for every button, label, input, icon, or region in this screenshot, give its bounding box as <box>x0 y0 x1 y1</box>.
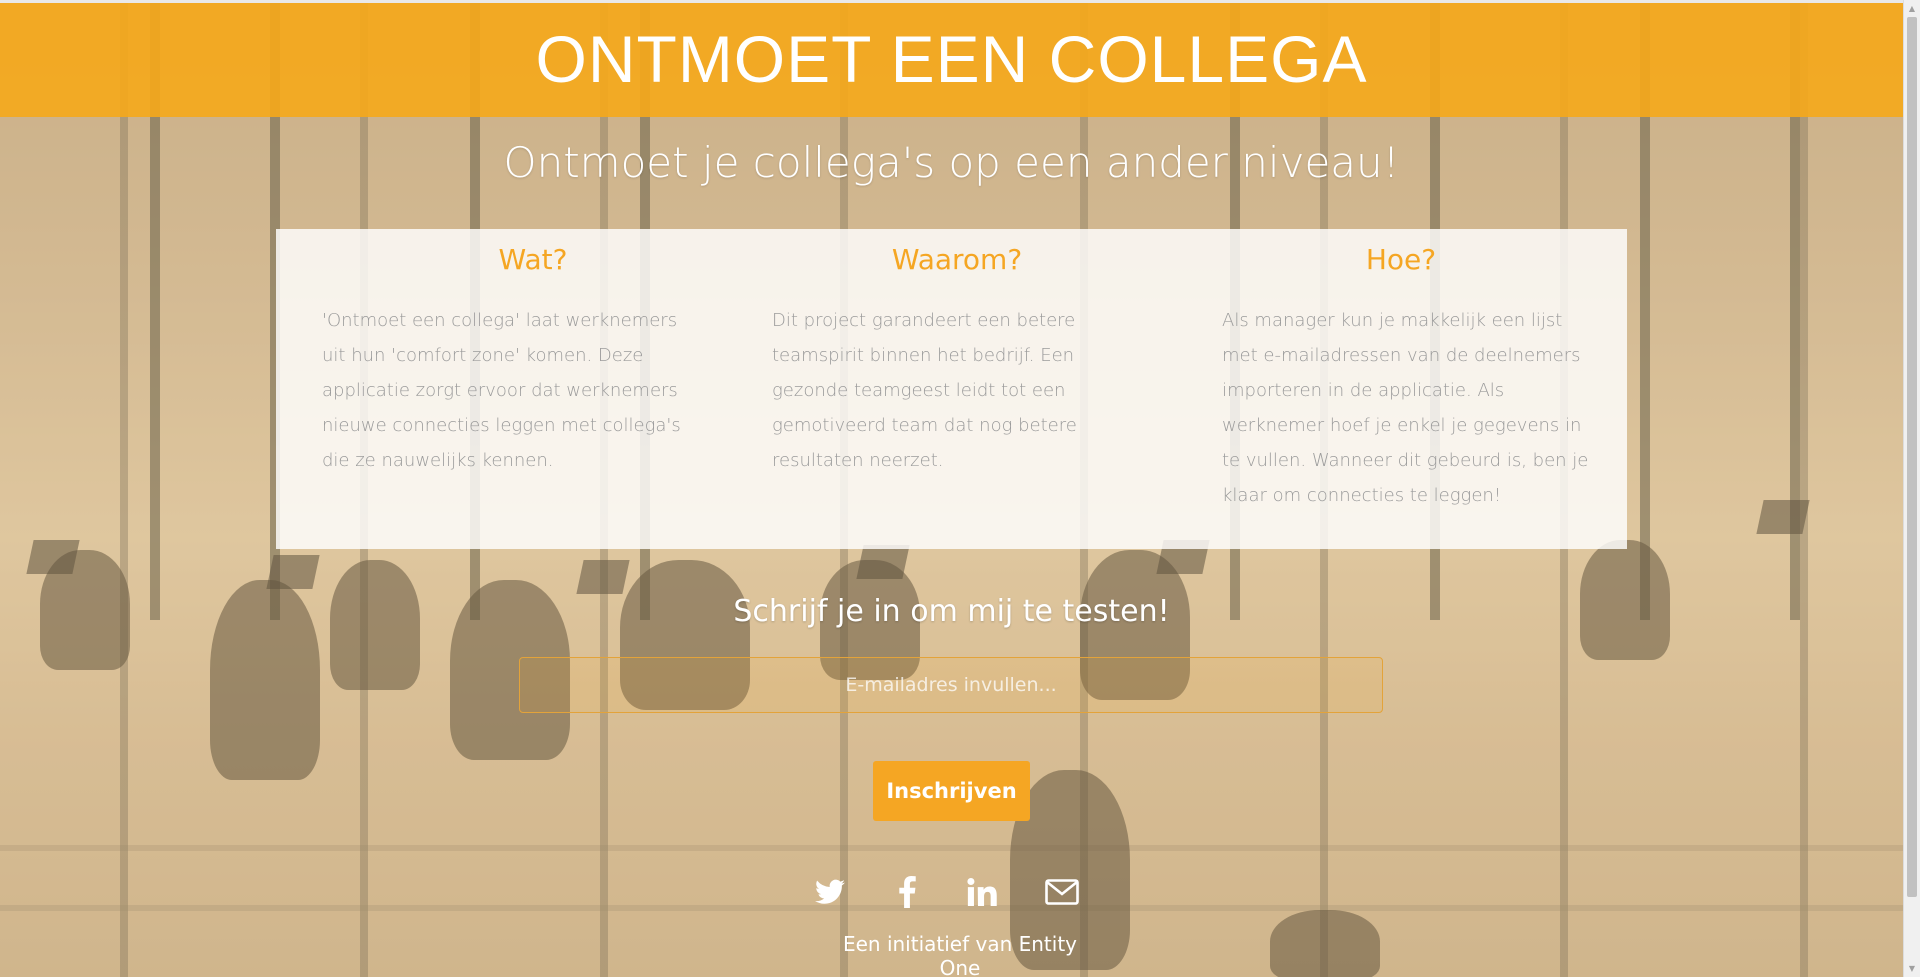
info-panel: Wat? 'Ontmoet een collega' laat werkneme… <box>276 229 1627 549</box>
email-input[interactable] <box>519 657 1383 713</box>
info-column-text: Dit project garandeert een betere teamsp… <box>772 310 1077 471</box>
linkedin-icon[interactable] <box>962 872 1002 912</box>
hero-subtitle: Ontmoet je collega's op een ander niveau… <box>503 138 1400 187</box>
footer-credit: Een initiatief van Entity One <box>842 932 1078 977</box>
vertical-scrollbar[interactable]: ▲ ▼ <box>1903 0 1920 977</box>
scrollbar-thumb[interactable] <box>1907 17 1917 897</box>
info-column-title: Waarom? <box>891 243 1023 276</box>
header-band: ONTMOET EEN COLLEGA <box>0 0 1903 117</box>
site-title: ONTMOET EEN COLLEGA <box>535 22 1368 96</box>
twitter-icon[interactable] <box>810 872 850 912</box>
info-column-title: Wat? <box>498 243 568 276</box>
scroll-down-arrow-icon[interactable]: ▼ <box>1904 960 1920 977</box>
mail-icon[interactable] <box>1042 872 1082 912</box>
facebook-icon[interactable] <box>887 872 927 912</box>
info-column-text: Als manager kun je makkelijk een lijst m… <box>1222 310 1589 506</box>
info-column-text: 'Ontmoet een collega' laat werknemers ui… <box>322 310 681 471</box>
signup-title: Schrijf je in om mij te testen! <box>733 594 1170 629</box>
social-links <box>810 872 1100 916</box>
signup-button[interactable]: Inschrijven <box>873 761 1030 821</box>
info-column-title: Hoe? <box>1365 243 1437 276</box>
scroll-up-arrow-icon[interactable]: ▲ <box>1904 0 1920 17</box>
